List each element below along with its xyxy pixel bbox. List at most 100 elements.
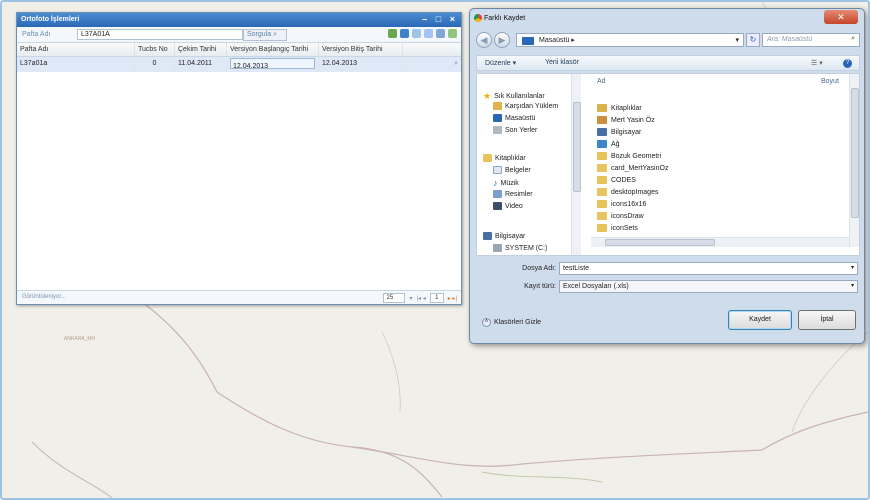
view-options-icon[interactable]: ☰ ▾ <box>811 59 823 67</box>
address-row: ◀ ▶ Masaüstü ▸ ▾ ↻ Ara: Masaüstü ⌕ <box>476 31 860 49</box>
column-name-header[interactable]: Ad <box>597 78 606 85</box>
search-desktop-input[interactable]: Ara: Masaüstü ⌕ <box>762 33 860 47</box>
file-name: Ağ <box>611 140 620 148</box>
refresh-icon[interactable] <box>388 29 397 38</box>
navigation-pane: ★ Sık Kullanılanlar Karşıdan Yüklem Masaü… <box>477 74 581 255</box>
list-item[interactable]: Mert Yasin Öz <box>597 116 655 124</box>
ortofoto-titlebar[interactable]: Ortofoto İşlemleri – □ × <box>17 13 461 27</box>
pafta-filter-input[interactable]: L37A01A <box>77 29 243 40</box>
list-item[interactable]: Ağ <box>597 140 620 148</box>
list-item[interactable]: CODES <box>597 176 636 184</box>
zoom-icon[interactable]: ⌕ <box>454 60 458 68</box>
nav-desktop[interactable]: Masaüstü <box>493 114 535 122</box>
nav-pictures[interactable]: Resimler <box>493 190 533 198</box>
folder-icon <box>597 176 607 184</box>
delete-icon[interactable] <box>424 29 433 38</box>
chevron-down-icon[interactable]: ▾ <box>851 264 854 271</box>
save-button[interactable]: Kaydet <box>728 310 792 330</box>
drive-icon <box>493 244 502 252</box>
list-item[interactable]: iconsDraw <box>597 212 644 220</box>
nav-downloads[interactable]: Karşıdan Yüklem <box>493 102 558 110</box>
scroll-thumb[interactable] <box>573 102 581 192</box>
cell-cekim: 11.04.2011 <box>175 57 227 72</box>
computer-icon <box>597 128 607 136</box>
file-name: Bilgisayar <box>611 128 642 136</box>
search-button[interactable]: Sorgula ⌕ <box>243 29 287 41</box>
hide-folders-label: Klasörleri Gizle <box>494 319 542 326</box>
hide-folders-toggle[interactable]: ˄ Klasörleri Gizle <box>482 318 541 327</box>
file-scrollbar[interactable] <box>849 74 859 247</box>
next-last-page-buttons[interactable]: ▸ ▸| <box>448 295 457 302</box>
column-header[interactable]: Versiyon Başlangıç Tarihi <box>227 43 319 56</box>
folder-icon <box>597 212 607 220</box>
list-item[interactable]: desktopImages <box>597 188 658 196</box>
column-header[interactable]: Pafta Adı <box>17 43 135 56</box>
filetype-select[interactable]: Excel Dosyaları (.xls) ▾ <box>559 280 858 293</box>
chevron-down-icon[interactable]: ▾ <box>851 282 854 289</box>
close-button[interactable]: ✕ <box>824 10 858 24</box>
export-icon[interactable] <box>436 29 445 38</box>
scroll-thumb[interactable] <box>605 239 715 246</box>
cell-version-start[interactable]: 12.04.2013 <box>227 57 319 72</box>
edit-icon[interactable] <box>412 29 421 38</box>
list-item[interactable]: Kitaplıklar <box>597 104 642 112</box>
nav-label: SYSTEM (C:) <box>505 244 548 252</box>
address-dropdown-icon[interactable]: ▾ <box>735 36 739 44</box>
list-item[interactable]: iconSets <box>597 224 638 232</box>
dialog-title: Farklı Kaydet <box>484 15 526 22</box>
list-item[interactable]: Bozuk Geometri <box>597 152 661 160</box>
column-header[interactable]: Versiyon Bitiş Tarihi <box>319 43 403 56</box>
organize-button[interactable]: Düzenle ▾ <box>485 59 516 67</box>
grid-header: Pafta Adı Tucbs No Çekim Tarihi Versiyon… <box>17 43 461 57</box>
library-icon <box>597 104 607 112</box>
search-placeholder: Ara: Masaüstü <box>767 36 813 43</box>
first-prev-page-buttons[interactable]: |◂ ◂ <box>417 295 426 302</box>
file-name: Mert Yasin Öz <box>611 116 655 124</box>
folder-icon <box>597 188 607 196</box>
refresh-button[interactable]: ↻ <box>746 33 760 47</box>
list-item[interactable]: icons16x16 <box>597 200 646 208</box>
list-item[interactable]: Bilgisayar <box>597 128 641 136</box>
excel-icon[interactable] <box>448 29 457 38</box>
nav-libraries[interactable]: Kitaplıklar <box>483 154 526 162</box>
network-icon <box>597 140 607 148</box>
filename-input[interactable]: testListe ▾ <box>559 262 858 275</box>
page-size-dropdown-icon[interactable]: ▾ <box>409 295 412 302</box>
pictures-icon <box>493 190 502 198</box>
column-header[interactable]: Çekim Tarihi <box>175 43 227 56</box>
date-editor[interactable]: 12.04.2013 <box>230 58 315 69</box>
forward-button[interactable]: ▶ <box>494 32 510 48</box>
column-header[interactable]: Tucbs No <box>135 43 175 56</box>
filename-value: testListe <box>563 265 590 272</box>
cell-version-end: 12.04.2013 <box>319 57 403 72</box>
filename-label: Dosya Adı: <box>522 265 556 272</box>
new-folder-button[interactable]: Yeni klasör <box>545 59 579 66</box>
horizontal-scrollbar[interactable] <box>591 237 849 247</box>
cancel-button[interactable]: İptal <box>798 310 856 330</box>
road-line <box>761 411 868 451</box>
file-list: Ad Boyut Kitaplıklar Mert Yasin Öz Bilgi… <box>591 74 859 255</box>
nav-documents[interactable]: Belgeler <box>493 166 531 174</box>
nav-music[interactable]: ♪ Müzik <box>493 178 519 188</box>
nav-recent[interactable]: Son Yerler <box>493 126 537 134</box>
scroll-thumb[interactable] <box>851 88 859 218</box>
column-size-header[interactable]: Boyut <box>821 78 839 85</box>
back-button[interactable]: ◀ <box>476 32 492 48</box>
nav-favorites[interactable]: ★ Sık Kullanılanlar <box>483 91 545 102</box>
help-icon[interactable]: ? <box>843 59 852 68</box>
road-line <box>351 446 763 467</box>
nav-scrollbar[interactable] <box>571 74 581 255</box>
add-icon[interactable] <box>400 29 409 38</box>
address-bar[interactable]: Masaüstü ▸ ▾ <box>516 33 744 47</box>
folder-icon <box>597 200 607 208</box>
nav-computer[interactable]: Bilgisayar <box>483 232 525 240</box>
nav-video[interactable]: Video <box>493 202 523 210</box>
folder-icon <box>597 164 607 172</box>
window-controls[interactable]: – □ × <box>422 14 458 24</box>
file-name: iconsDraw <box>611 212 644 220</box>
page-size-select[interactable]: 25 <box>383 293 406 303</box>
page-number-input[interactable]: 1 <box>429 293 444 303</box>
nav-system-drive[interactable]: SYSTEM (C:) <box>493 244 547 252</box>
table-row[interactable]: L37a01a 0 11.04.2011 12.04.2013 12.04.20… <box>17 57 461 72</box>
list-item[interactable]: card_MertYasinOz <box>597 164 668 172</box>
